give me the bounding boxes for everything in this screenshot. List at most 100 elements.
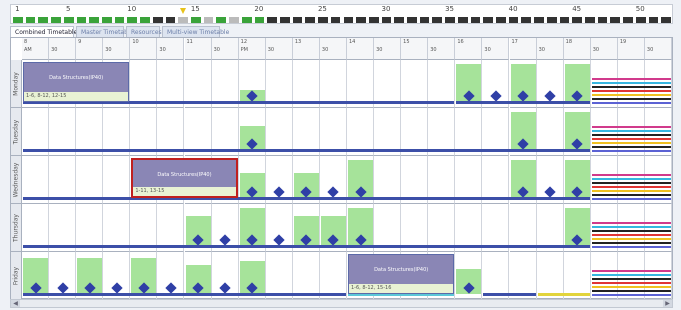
week-cell[interactable]	[114, 17, 125, 23]
week-cell[interactable]	[381, 17, 392, 23]
time-header-slot: 12 PM	[238, 38, 266, 60]
conflict-stripe	[591, 174, 671, 176]
timetable-cell[interactable]	[644, 60, 672, 108]
hour-label: 12	[240, 39, 248, 45]
week-cell[interactable]	[368, 17, 379, 23]
timetable-cell[interactable]	[644, 108, 672, 156]
week-cell[interactable]	[432, 17, 443, 23]
week-cell[interactable]	[292, 17, 303, 23]
week-cell[interactable]	[89, 17, 99, 23]
week-cell[interactable]	[152, 17, 163, 23]
week-cell[interactable]	[559, 17, 570, 23]
timetable-cell[interactable]	[644, 252, 672, 300]
hour-label: 13	[294, 39, 302, 45]
week-cell[interactable]	[483, 17, 494, 23]
timetable-app: 1 5 10 15 20 25 30 35 40 45 50 Combined Timetable M…	[0, 0, 681, 310]
half-hour-label: 30	[484, 47, 491, 53]
week-cell[interactable]	[178, 17, 188, 23]
week-cell[interactable]	[203, 17, 214, 23]
week-cell[interactable]	[356, 17, 366, 23]
week-ruler[interactable]: 1 5 10 15 20 25 30 35 40 45 50	[10, 4, 673, 24]
scroll-right-icon[interactable]: ▶	[663, 300, 672, 307]
tab-multi-view-timetable[interactable]: Multi-view Timetable	[162, 26, 229, 37]
half-hour-label: 30	[376, 47, 383, 53]
timetable-cell[interactable]	[617, 252, 645, 300]
timetable-cell[interactable]	[617, 156, 645, 204]
timetable-cell[interactable]	[644, 204, 672, 252]
week-cell[interactable]	[25, 17, 36, 23]
day-label-text: Wednesday	[12, 162, 20, 197]
week-cell[interactable]	[330, 17, 341, 23]
conflict-stripe	[591, 230, 671, 232]
timetable-cell[interactable]	[617, 60, 645, 108]
week-cell[interactable]	[457, 17, 468, 23]
week-cell[interactable]	[521, 17, 532, 23]
week-cell[interactable]	[470, 17, 481, 23]
day-label-text: Friday	[12, 266, 20, 285]
week-cell[interactable]	[101, 17, 112, 23]
week-cell[interactable]	[63, 17, 74, 23]
course-weeks: 1-6, 8-12, 15-16	[349, 284, 454, 293]
timetable-cell[interactable]	[590, 60, 618, 108]
timetable-cell[interactable]	[590, 204, 618, 252]
week-cell[interactable]	[127, 17, 138, 23]
tab-master-timetable[interactable]: Master Timetable	[76, 26, 133, 37]
week-cell[interactable]	[165, 17, 176, 23]
course-block[interactable]: Data Structures(IP40) 1-11, 13-15	[131, 158, 238, 198]
week-cell[interactable]	[610, 17, 621, 23]
week-cell[interactable]	[407, 17, 417, 23]
course-block[interactable]: Data Structures(IP40) 1-6, 8-12, 12-15	[23, 62, 130, 102]
time-header-slot: 16	[455, 38, 483, 60]
course-title: Data Structures(IP40)	[374, 267, 429, 273]
week-cell[interactable]	[241, 17, 252, 23]
hour-label: 14	[349, 39, 356, 45]
week-cell[interactable]	[216, 17, 227, 23]
timetable-cell[interactable]	[590, 252, 618, 300]
week-cell[interactable]	[267, 17, 277, 23]
half-hour-label: 30	[213, 47, 220, 53]
week-cell[interactable]	[534, 17, 544, 23]
week-cell[interactable]	[597, 17, 608, 23]
conflict-stripe	[591, 242, 671, 244]
week-cell[interactable]	[76, 17, 87, 23]
timetable-cell[interactable]	[590, 108, 618, 156]
week-cell[interactable]	[445, 17, 455, 23]
week-cell[interactable]	[635, 17, 646, 23]
week-cell[interactable]	[394, 17, 405, 23]
conflict-stripe	[591, 98, 671, 100]
timetable-cell[interactable]	[590, 156, 618, 204]
week-cell[interactable]	[229, 17, 239, 23]
timetable-cell[interactable]	[617, 108, 645, 156]
availability-baseline	[456, 101, 590, 104]
week-cell[interactable]	[51, 17, 61, 23]
week-cell[interactable]	[648, 17, 659, 23]
week-cell[interactable]	[13, 17, 23, 23]
week-cell[interactable]	[279, 17, 290, 23]
week-cell[interactable]	[585, 17, 595, 23]
week-cell[interactable]	[572, 17, 582, 23]
tab-combined-timetable[interactable]: Combined Timetable	[10, 26, 77, 37]
week-cell[interactable]	[546, 17, 557, 23]
week-cell[interactable]	[38, 17, 49, 23]
week-cell[interactable]	[318, 17, 328, 23]
week-cell[interactable]	[140, 17, 150, 23]
conflict-stripe	[591, 126, 671, 128]
week-cell[interactable]	[343, 17, 354, 23]
week-cell[interactable]	[661, 17, 671, 23]
course-block[interactable]: Data Structures(IP40) 1-6, 8-12, 15-16	[348, 254, 455, 294]
week-cell[interactable]	[305, 17, 316, 23]
timetable-cell[interactable]	[644, 156, 672, 204]
scroll-left-icon[interactable]: ◀	[11, 300, 20, 307]
week-cell[interactable]	[623, 17, 633, 23]
timetable-cell[interactable]	[617, 204, 645, 252]
hour-label: 8	[24, 39, 28, 45]
week-cell[interactable]	[496, 17, 506, 23]
week-cell[interactable]	[419, 17, 430, 23]
week-number: 45	[572, 5, 582, 13]
week-number: 20	[254, 5, 264, 13]
week-cell[interactable]	[254, 17, 265, 23]
week-cell[interactable]	[508, 17, 519, 23]
horizontal-scrollbar[interactable]: ◀ ▶	[10, 299, 673, 308]
week-cell[interactable]	[190, 17, 201, 23]
tab-resources[interactable]: Resources	[126, 26, 162, 37]
